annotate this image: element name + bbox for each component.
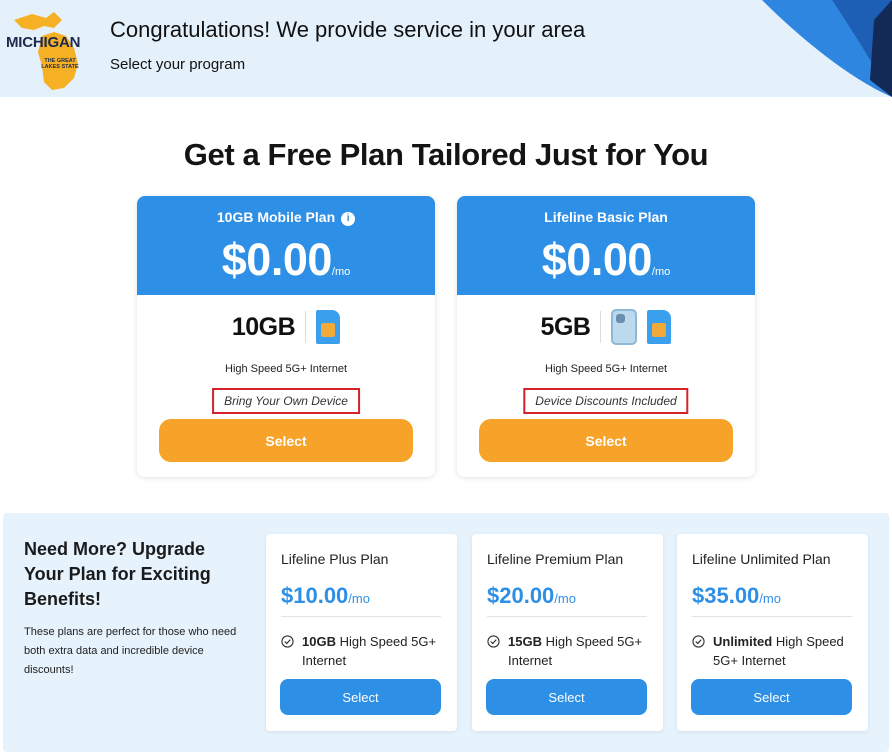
plan-card-lifeline-basic: Lifeline Basic Plan $0.00/mo 5GB High Sp… bbox=[457, 196, 755, 477]
plan-feature: High Speed 5G+ Internet bbox=[545, 363, 667, 375]
upgrade-title: Need More? Upgrade Your Plan for Excitin… bbox=[24, 539, 211, 609]
plan-name-text: Lifeline Basic Plan bbox=[544, 209, 668, 225]
upgrade-section: Need More? Upgrade Your Plan for Excitin… bbox=[3, 513, 889, 752]
plan-price: $0.00/mo bbox=[457, 234, 755, 286]
header-decoration bbox=[762, 0, 892, 97]
plan-feature: Unlimited High Speed 5G+ Internet bbox=[692, 632, 862, 670]
plan-price: $20.00/mo bbox=[487, 583, 576, 609]
plan-feature: High Speed 5G+ Internet bbox=[225, 363, 347, 375]
plan-feature-bold: 10GB bbox=[302, 634, 336, 649]
plan-price-period: /mo bbox=[554, 591, 576, 606]
plan-data-amount: 5GB bbox=[540, 312, 591, 341]
check-badge-icon bbox=[487, 635, 500, 648]
check-badge-icon bbox=[692, 635, 705, 648]
plan-price-amount: $0.00 bbox=[541, 234, 653, 285]
plan-price-period: /mo bbox=[331, 266, 351, 278]
info-icon[interactable]: i bbox=[341, 212, 356, 226]
check-badge-icon bbox=[281, 635, 294, 648]
page-title: Get a Free Plan Tailored Just for You bbox=[183, 137, 709, 172]
plan-feature: 15GB High Speed 5G+ Internet bbox=[487, 632, 657, 670]
divider bbox=[692, 616, 852, 617]
plan-card-header: Lifeline Basic Plan $0.00/mo bbox=[457, 196, 755, 295]
divider bbox=[281, 616, 441, 617]
plan-name: Lifeline Plus Plan bbox=[281, 551, 389, 567]
plan-name-text: 10GB Mobile Plan bbox=[216, 209, 336, 225]
plan-feature-text: Unlimited High Speed 5G+ Internet bbox=[713, 632, 862, 670]
divider bbox=[305, 311, 307, 343]
plan-price: $0.00/mo bbox=[137, 234, 435, 286]
logo-text: MICHIGAN bbox=[6, 34, 81, 51]
plan-price-amount: $10.00 bbox=[281, 583, 349, 608]
select-10gb-mobile-button[interactable]: Select bbox=[159, 419, 413, 462]
sim-card-icon bbox=[647, 310, 672, 344]
plan-note: Bring Your Own Device bbox=[212, 388, 360, 414]
divider bbox=[600, 311, 602, 343]
plan-name: Lifeline Basic Plan bbox=[457, 209, 755, 225]
plan-card-lifeline-plus: Lifeline Plus Plan $10.00/mo 10GB High S… bbox=[266, 534, 457, 731]
plan-card-10gb-mobile: 10GB Mobile Plan i $0.00/mo 10GB High Spe… bbox=[137, 196, 435, 477]
sim-card-icon bbox=[316, 310, 341, 344]
plan-price-amount: $35.00 bbox=[692, 583, 760, 608]
phone-icon bbox=[611, 309, 638, 345]
divider bbox=[487, 616, 647, 617]
plan-price: $35.00/mo bbox=[692, 583, 781, 609]
plan-feature-text: 15GB High Speed 5G+ Internet bbox=[508, 632, 657, 670]
plan-feature-text: 10GB High Speed 5G+ Internet bbox=[302, 632, 451, 670]
plan-note: Device Discounts Included bbox=[523, 388, 689, 414]
plan-name: 10GB Mobile Plan i bbox=[137, 209, 435, 226]
plan-data: 5GB bbox=[457, 306, 755, 348]
plan-price-period: /mo bbox=[348, 591, 370, 606]
logo-tagline: THE GREAT LAKES STATE bbox=[41, 58, 79, 70]
select-lifeline-premium-button[interactable]: Select bbox=[486, 679, 647, 715]
plan-price: $10.00/mo bbox=[281, 583, 370, 609]
michigan-logo: MICHIGAN THE GREAT LAKES STATE bbox=[4, 6, 94, 94]
plan-price-amount: $20.00 bbox=[487, 583, 555, 608]
plan-name: Lifeline Unlimited Plan bbox=[692, 551, 831, 567]
plan-card-lifeline-premium: Lifeline Premium Plan $20.00/mo 15GB Hig… bbox=[472, 534, 663, 731]
plan-feature-bold: Unlimited bbox=[713, 634, 773, 649]
header: MICHIGAN THE GREAT LAKES STATE Congratul… bbox=[0, 0, 892, 97]
plan-data: 10GB bbox=[137, 306, 435, 348]
header-title: Congratulations! We provide service in y… bbox=[110, 17, 586, 42]
plan-card-header: 10GB Mobile Plan i $0.00/mo bbox=[137, 196, 435, 295]
plan-card-lifeline-unlimited: Lifeline Unlimited Plan $35.00/mo Unlimi… bbox=[677, 534, 868, 731]
plan-data-amount: 10GB bbox=[231, 312, 296, 341]
upgrade-description: These plans are perfect for those who ne… bbox=[24, 626, 237, 676]
plan-price-period: /mo bbox=[651, 266, 671, 278]
plan-feature: 10GB High Speed 5G+ Internet bbox=[281, 632, 451, 670]
select-lifeline-plus-button[interactable]: Select bbox=[280, 679, 441, 715]
plan-price-period: /mo bbox=[759, 591, 781, 606]
plan-name: Lifeline Premium Plan bbox=[487, 551, 624, 567]
header-subtitle: Select your program bbox=[110, 56, 246, 73]
plan-feature-bold: 15GB bbox=[508, 634, 542, 649]
select-lifeline-unlimited-button[interactable]: Select bbox=[691, 679, 852, 715]
select-lifeline-basic-button[interactable]: Select bbox=[479, 419, 733, 462]
plan-price-amount: $0.00 bbox=[221, 234, 333, 285]
